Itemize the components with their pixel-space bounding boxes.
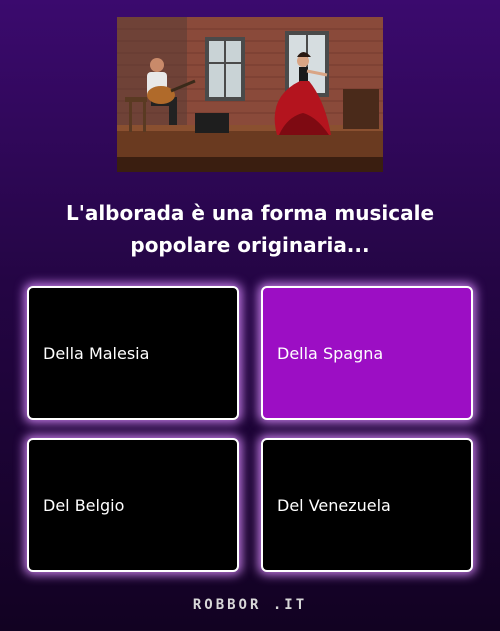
answer-label: Della Spagna: [277, 343, 384, 363]
answer-label: Del Venezuela: [277, 495, 391, 515]
answer-label: Della Malesia: [43, 343, 150, 363]
question-line-1: L'alborada è una forma musicale: [65, 201, 435, 225]
answer-button-2[interactable]: Della Spagna: [261, 286, 473, 420]
question-text: L'alborada è una forma musicale popolare…: [20, 197, 480, 261]
answer-button-1[interactable]: Della Malesia: [27, 286, 239, 420]
question-line-2: popolare originaria...: [130, 233, 370, 257]
answer-button-3[interactable]: Del Belgio: [27, 438, 239, 572]
question-image: [117, 17, 383, 172]
brand-logo: ROBBOR .IT: [192, 597, 308, 613]
answer-label: Del Belgio: [43, 495, 125, 515]
answer-button-4[interactable]: Del Venezuela: [261, 438, 473, 572]
